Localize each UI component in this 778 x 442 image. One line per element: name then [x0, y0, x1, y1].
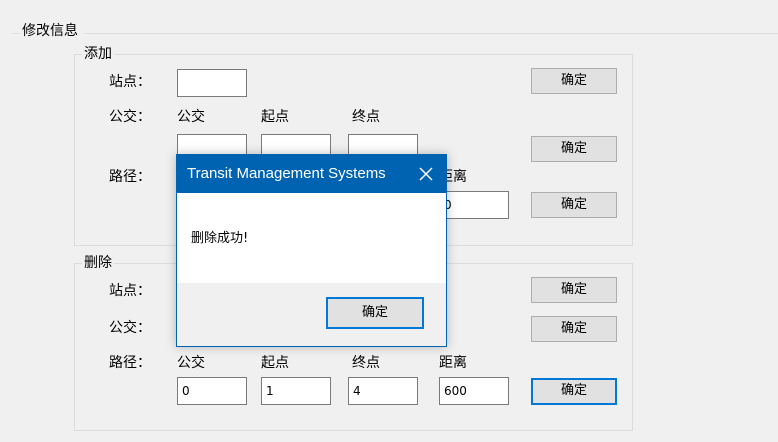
delete-col-start: 起点	[261, 355, 289, 371]
delete-start-input[interactable]: 1	[261, 377, 331, 405]
delete-col-bus: 公交	[177, 355, 205, 371]
delete-station-confirm-button[interactable]: 确定	[531, 277, 617, 303]
close-icon[interactable]	[414, 162, 438, 186]
delete-col-end: 终点	[352, 355, 380, 371]
add-col-start: 起点	[261, 109, 289, 125]
add-col-end: 终点	[352, 109, 380, 125]
add-station-label: 站点：	[109, 74, 151, 90]
delete-bus-confirm-button[interactable]: 确定	[531, 316, 617, 342]
dialog-message: 删除成功!	[191, 231, 249, 246]
add-route-confirm-button[interactable]: 确定	[531, 192, 617, 218]
delete-station-label: 站点：	[109, 283, 151, 299]
dialog-titlebar: Transit Management Systems	[177, 155, 446, 193]
section-divider	[84, 33, 778, 34]
delete-route-confirm-button[interactable]: 确定	[531, 378, 617, 405]
section-title: 修改信息	[22, 23, 78, 39]
delete-distance-input[interactable]: 600	[439, 377, 509, 405]
add-group-legend: 添加	[82, 46, 114, 62]
dialog-footer: 确定	[177, 283, 446, 346]
add-col-bus: 公交	[177, 109, 205, 125]
delete-col-distance: 距离	[439, 355, 467, 371]
delete-bus-input[interactable]: 0	[177, 377, 247, 405]
section-divider-left	[12, 33, 20, 34]
delete-end-input[interactable]: 4	[348, 377, 418, 405]
message-dialog: Transit Management Systems 删除成功! 确定	[176, 154, 447, 347]
add-station-input[interactable]	[177, 69, 247, 97]
add-route-label: 路径：	[109, 169, 151, 185]
delete-route-label: 路径：	[109, 355, 151, 371]
add-bus-label: 公交：	[109, 109, 151, 125]
add-station-confirm-button[interactable]: 确定	[531, 68, 617, 94]
dialog-title: Transit Management Systems	[187, 165, 386, 182]
add-bus-confirm-button[interactable]: 确定	[531, 136, 617, 162]
delete-bus-label: 公交：	[109, 320, 151, 336]
delete-group-legend: 删除	[82, 255, 114, 271]
dialog-ok-button[interactable]: 确定	[326, 297, 424, 329]
add-distance-input[interactable]: 0	[439, 191, 509, 219]
